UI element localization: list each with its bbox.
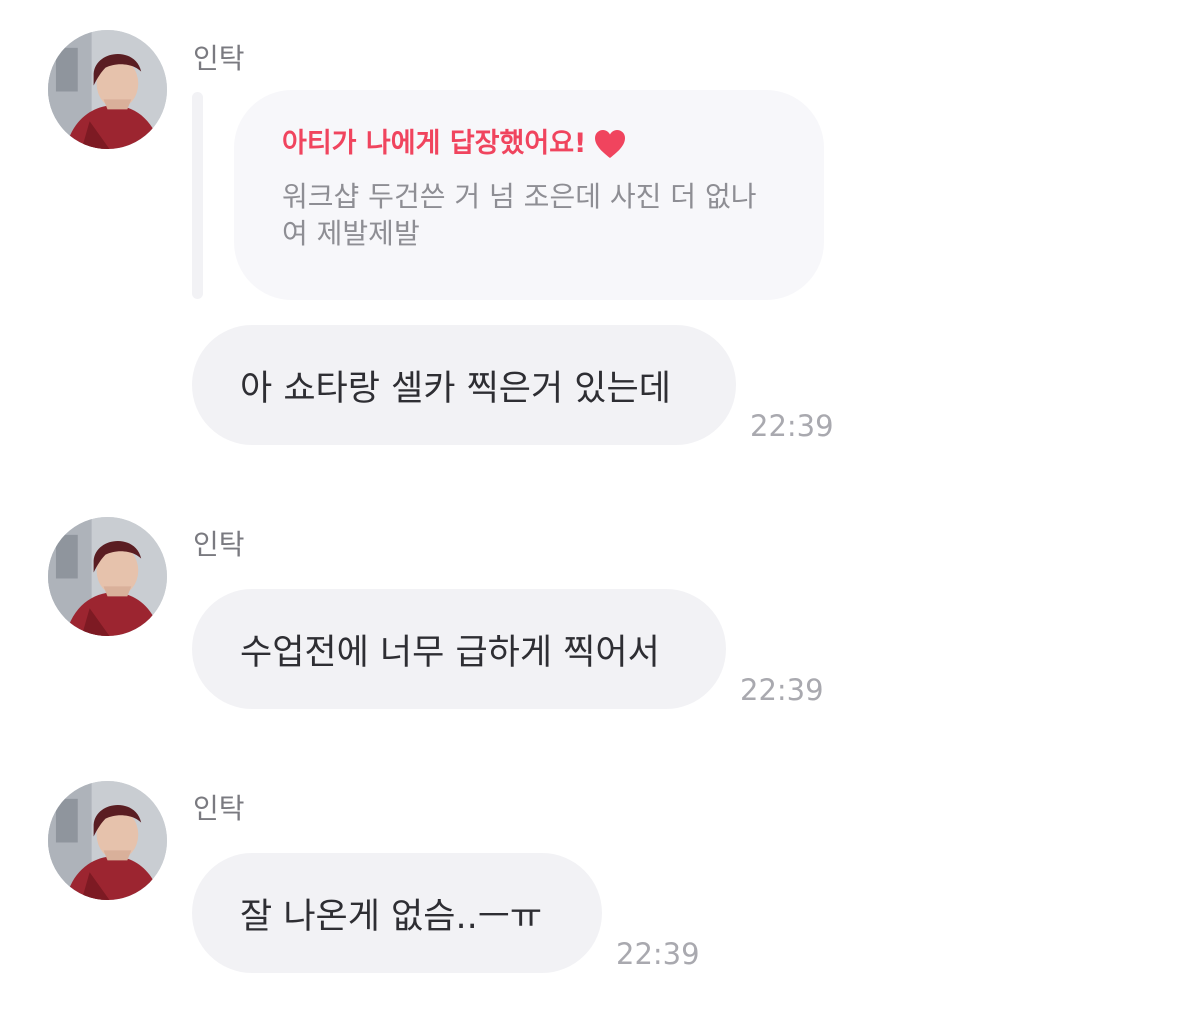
avatar[interactable]: [48, 781, 167, 900]
reply-quoted-text: 워크샵 두건쓴 거 넘 조은데 사진 더 없나여 제발제발: [282, 180, 757, 250]
reply-quote-bar: [192, 92, 203, 299]
message-timestamp: 22:39: [740, 673, 824, 707]
sender-name: 인탁: [193, 528, 245, 561]
message-timestamp: 22:39: [616, 937, 700, 971]
sender-name: 인탁: [193, 792, 245, 825]
reply-preview-card[interactable]: 아티가 나에게 답장했어요! 워크샵 두건쓴 거 넘 조은데 사진 더 없나여 …: [234, 90, 824, 300]
message-text: 수업전에 너무 급하게 찍어서: [240, 632, 660, 673]
heart-icon: [594, 129, 626, 159]
avatar[interactable]: [48, 517, 167, 636]
avatar-photo: [48, 517, 167, 636]
message-bubble[interactable]: 아 쇼타랑 셀카 찍은거 있는데: [192, 325, 736, 445]
message-text: 잘 나온게 없슴..ㅡㅠ: [240, 896, 543, 937]
avatar-photo: [48, 30, 167, 149]
message-bubble[interactable]: 잘 나온게 없슴..ㅡㅠ: [192, 853, 602, 973]
message-bubble[interactable]: 수업전에 너무 급하게 찍어서: [192, 589, 726, 709]
message-timestamp: 22:39: [750, 409, 834, 443]
avatar[interactable]: [48, 30, 167, 149]
sender-name: 인탁: [193, 42, 245, 75]
reply-title-row: 아티가 나에게 답장했어요!: [282, 124, 780, 164]
reply-title: 아티가 나에게 답장했어요!: [282, 128, 587, 159]
message-text: 아 쇼타랑 셀카 찍은거 있는데: [240, 368, 671, 409]
avatar-photo: [48, 781, 167, 900]
